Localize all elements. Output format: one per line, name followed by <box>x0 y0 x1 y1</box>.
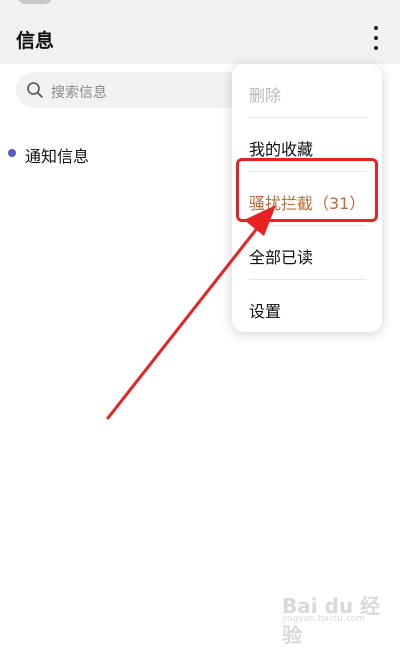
status-bar-remnant <box>18 0 52 4</box>
annotation-highlight-box <box>236 158 378 222</box>
search-icon <box>27 82 43 98</box>
list-item-label: 通知信息 <box>25 147 90 166</box>
search-placeholder: 搜索信息 <box>51 85 107 101</box>
unread-dot <box>8 149 16 157</box>
menu-item-favorites[interactable]: 我的收藏 <box>249 136 313 160</box>
page-title: 信息 <box>16 30 55 52</box>
menu-item-mark-all-read[interactable]: 全部已读 <box>249 244 313 268</box>
search-input[interactable]: 搜索信息 <box>16 72 256 108</box>
menu-item-settings[interactable]: 设置 <box>249 298 281 322</box>
app-header: 信息 <box>0 0 400 64</box>
menu-divider <box>249 225 366 226</box>
watermark-url: jingyan.baidu.com <box>282 614 366 624</box>
menu-divider <box>249 117 366 118</box>
more-options-icon[interactable] <box>366 26 386 50</box>
list-item[interactable]: 通知信息 <box>8 142 208 166</box>
menu-divider <box>249 279 366 280</box>
menu-item-delete[interactable]: 删除 <box>249 82 281 106</box>
